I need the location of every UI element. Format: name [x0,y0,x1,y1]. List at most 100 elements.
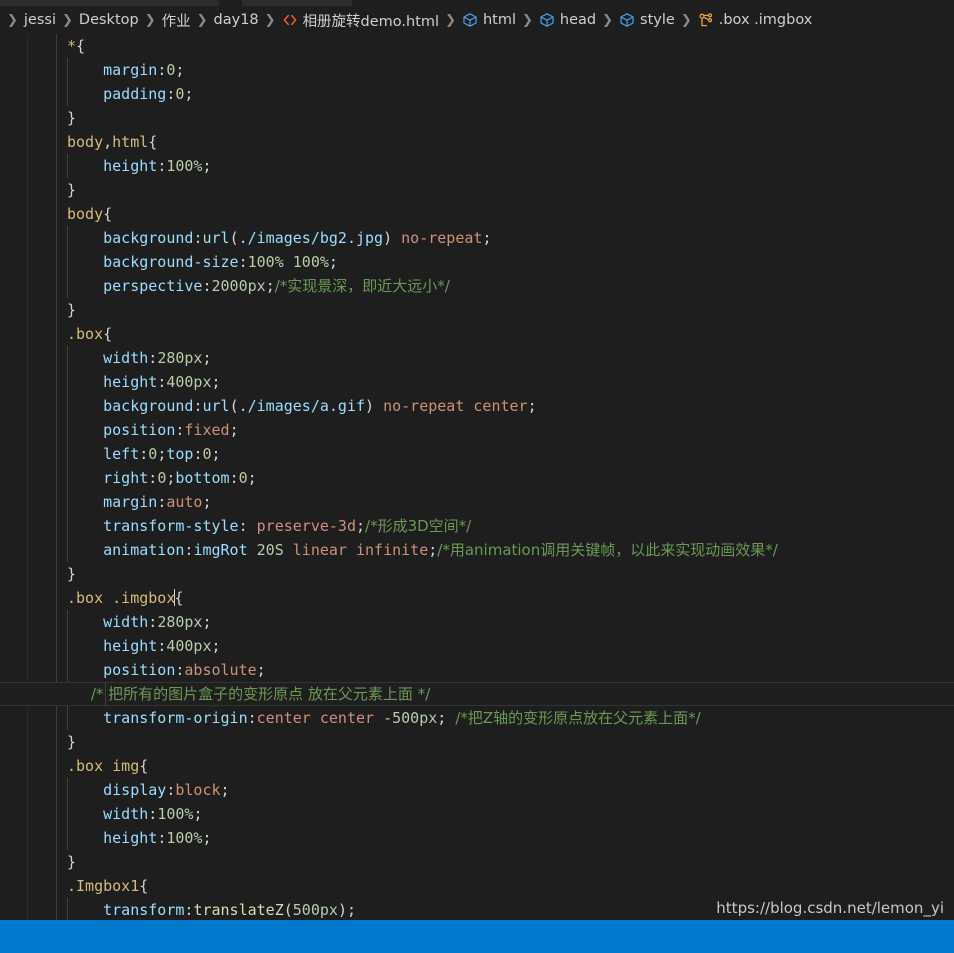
code-line[interactable]: padding:0; [0,82,954,106]
code-line[interactable]: right:0;bottom:0; [0,466,954,490]
code-token: ; [482,229,492,247]
code-token: absolute [184,661,257,679]
code-token: 0 [157,469,167,487]
code-token: : [148,613,158,631]
code-token: no-repeat [392,229,483,247]
code-token: right [67,469,149,487]
code-token: : [148,805,158,823]
breadcrumb-separator: ❯ [522,12,533,28]
code-line[interactable]: background:url(./images/a.gif) no-repeat… [0,394,954,418]
symbol-namespace-icon [539,12,555,28]
code-token: width [67,613,149,631]
code-token: /* 把所有的图片盒子的变形原点 放在父元素上面 */ [67,685,431,703]
code-token: background [67,397,194,415]
code-token: , [103,133,113,151]
code-token: { [103,325,113,343]
code-line[interactable]: width:280px; [0,346,954,370]
code-token: { [76,37,86,55]
breadcrumb-separator: ❯ [680,12,692,28]
code-line[interactable]: *{ [0,34,954,58]
symbol-namespace-icon [619,12,635,28]
code-token: ; [202,349,212,367]
code-token: block [175,781,221,799]
watermark-url: https://blog.csdn.net/lemon_yi [716,899,944,917]
code-token: height [67,157,158,175]
code-line[interactable]: .box .imgbox{ [0,586,954,610]
breadcrumb-item-7[interactable]: style [618,12,676,28]
code-token: 100% [166,157,203,175]
code-token: 100% [157,805,194,823]
code-token: perspective [67,277,203,295]
breadcrumb-item-2[interactable]: 作业 [161,10,192,31]
code-token: } [67,301,77,319]
code-line[interactable]: body{ [0,202,954,226]
code-token: 0 [238,469,248,487]
code-line[interactable]: margin:auto; [0,490,954,514]
code-content[interactable]: *{ margin:0; padding:0;} body,html{ heigh… [0,34,954,920]
breadcrumb: ❯ jessi ❯ Desktop ❯ 作业 ❯ day18 ❯ 相册旋转demo.html ❯ ht… [0,6,954,34]
code-line[interactable]: background-size:100% 100%; [0,250,954,274]
code-token: preserve-3d [256,517,356,535]
code-token: } [67,853,77,871]
code-line[interactable]: display:block; [0,778,954,802]
breadcrumb-item-label: 作业 [161,13,191,30]
code-line[interactable]: transform-style: preserve-3d;/*形成3D空间*/ [0,514,954,538]
code-line[interactable]: height:100%; [0,826,954,850]
breadcrumb-separator: ❯ [144,12,156,28]
code-line[interactable]: .box img{ [0,754,954,778]
code-line[interactable]: position:absolute; [0,658,954,682]
code-line[interactable]: left:0;top:0; [0,442,954,466]
code-line[interactable]: } [0,850,954,874]
code-token: ./images/a.gif [238,397,366,415]
breadcrumb-item-label: Desktop [78,12,139,28]
code-token: height [67,373,158,391]
breadcrumb-item-0[interactable]: jessi [23,12,57,28]
code-editor[interactable]: *{ margin:0; padding:0;} body,html{ heigh… [0,34,954,920]
code-line[interactable]: position:fixed; [0,418,954,442]
code-line[interactable]: height:400px; [0,634,954,658]
code-line[interactable]: body,html{ [0,130,954,154]
code-line[interactable]: margin:0; [0,58,954,82]
code-line[interactable]: background:url(./images/bg2.jpg) no-repe… [0,226,954,250]
html-file-icon [282,12,298,28]
code-token: ; [202,493,212,511]
code-token: ( [229,229,239,247]
code-token: : [157,61,167,79]
code-line[interactable]: width:100%; [0,802,954,826]
breadcrumb-item-6[interactable]: head [538,12,597,28]
code-token: fixed [184,421,230,439]
code-line[interactable]: /* 把所有的图片盒子的变形原点 放在父元素上面 */ [0,682,954,706]
breadcrumb-item-1[interactable]: Desktop [78,12,140,28]
breadcrumb-item-4[interactable]: 相册旋转demo.html [281,10,441,31]
breadcrumb-item-3[interactable]: day18 [213,12,260,28]
code-line[interactable]: } [0,178,954,202]
code-line[interactable]: height:100%; [0,154,954,178]
code-token: ( [283,901,293,919]
code-token: transform-style [67,517,239,535]
code-line[interactable]: .Imgbox1{ [0,874,954,898]
code-token: /*把Z轴的变形原点放在父元素上面*/ [455,709,701,727]
code-token: html [112,133,149,151]
code-line[interactable]: } [0,106,954,130]
breadcrumb-separator: ❯ [7,12,18,28]
code-line[interactable]: transform-origin:center center -500px; /… [0,706,954,730]
code-token: ) [383,229,393,247]
breadcrumb-item-8[interactable]: .box .imgbox [697,12,814,28]
breadcrumb-item-5[interactable]: html [461,12,517,28]
code-line[interactable]: perspective:2000px;/*实现景深，即近大远小*/ [0,274,954,298]
code-token: ; [157,445,167,463]
code-line[interactable]: animation:imgRot 20S linear infinite;/*用… [0,538,954,562]
code-token: ; [211,373,221,391]
code-token: ) [365,397,375,415]
code-token: transform-origin [67,709,248,727]
code-line[interactable]: width:280px; [0,610,954,634]
code-token: position [67,661,176,679]
code-line[interactable]: .box{ [0,322,954,346]
code-line[interactable]: } [0,562,954,586]
code-line[interactable]: } [0,298,954,322]
code-token: height [67,637,158,655]
breadcrumb-item-label: html [482,12,517,28]
code-line[interactable]: } [0,730,954,754]
code-line[interactable]: height:400px; [0,370,954,394]
code-token: 2000px [211,277,266,295]
